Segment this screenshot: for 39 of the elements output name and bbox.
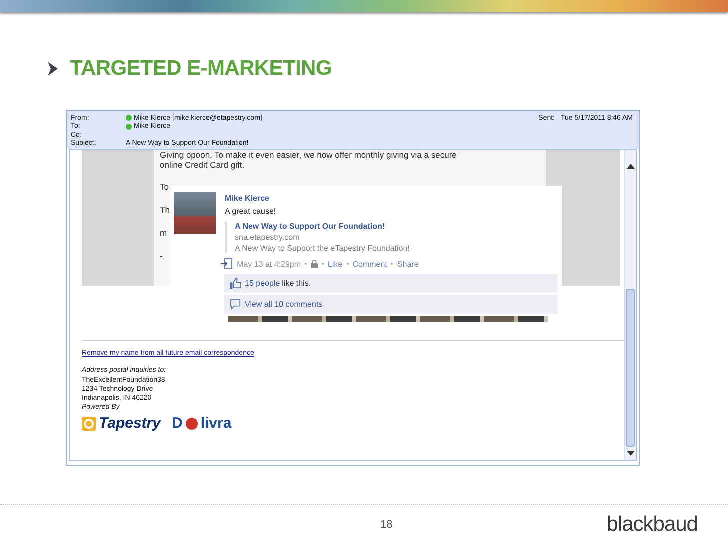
likes-text: like this. xyxy=(282,279,312,288)
separator-dot-icon xyxy=(346,263,349,265)
shared-link-description: A New Way to Support the eTapestry Foundation! xyxy=(235,244,410,253)
photo-placeholder xyxy=(174,192,216,234)
body-text: Giving opoon. To make it even easier, we now offer monthly giving via a secure xyxy=(160,150,458,160)
lock-icon xyxy=(311,260,318,268)
thumbs-up-icon xyxy=(230,278,241,289)
brand-logo: blackbaud xyxy=(606,513,698,537)
body-text: - xyxy=(160,251,163,261)
down-arrow-icon[interactable] xyxy=(626,451,634,456)
scrollbar-thumb[interactable] xyxy=(626,289,635,447)
shared-link-title[interactable]: A New Way to Support Our Foundation! xyxy=(235,222,386,231)
comments-link[interactable]: View all 10 comments xyxy=(245,300,323,309)
separator-dot-icon xyxy=(322,263,324,265)
body-text: online Credit Card gift. xyxy=(160,160,246,170)
scrollbar[interactable] xyxy=(624,150,636,460)
separator-dot-icon xyxy=(391,263,394,265)
post-time: May 13 at 4:29pm xyxy=(237,260,302,268)
post-action-link[interactable]: Like xyxy=(328,260,343,268)
post-action-link[interactable]: Share xyxy=(397,260,419,268)
body-text: Th xyxy=(160,205,170,215)
logo-text: D xyxy=(172,419,183,428)
post-message: A great cause! xyxy=(225,207,276,216)
body-text: m xyxy=(160,228,168,238)
up-arrow-icon[interactable] xyxy=(626,164,634,169)
page-number: 18 xyxy=(380,519,393,531)
body-text: To xyxy=(160,182,169,192)
shared-link-domain: sna.etapestry.com xyxy=(235,233,300,242)
author-name[interactable]: Mike Kierce xyxy=(225,194,270,203)
separator-dot-icon xyxy=(305,263,308,265)
post-action-link[interactable]: Comment xyxy=(352,260,388,268)
slide-title: TARGETED E-MARKETING xyxy=(70,57,332,81)
share-icon xyxy=(221,258,233,270)
logo-text: livra xyxy=(200,419,232,428)
likes-link[interactable]: 15 people xyxy=(245,279,280,288)
square-logo-icon xyxy=(82,416,96,431)
circle-logo-icon xyxy=(186,418,198,430)
chevron-icon xyxy=(48,62,58,76)
comment-icon xyxy=(230,299,241,310)
